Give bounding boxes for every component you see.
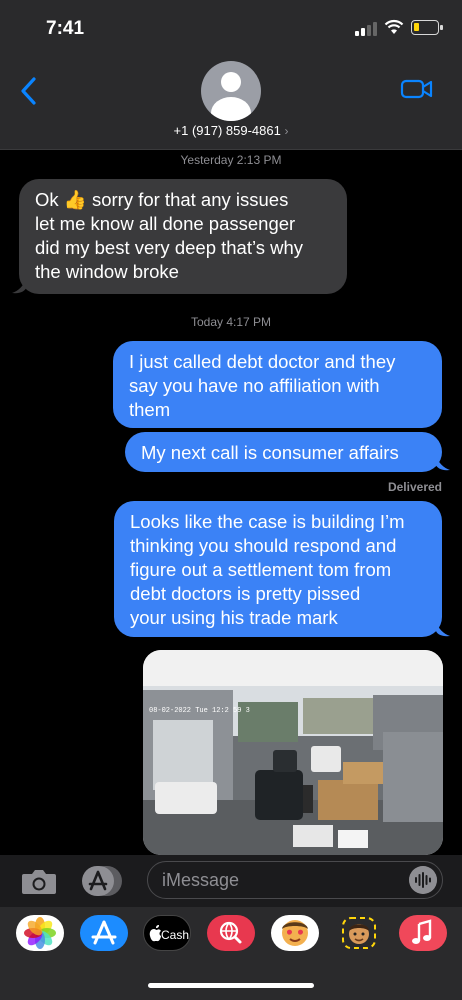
- imessage-field[interactable]: [147, 861, 443, 899]
- app-store-app[interactable]: [80, 915, 128, 951]
- apple-cash-app[interactable]: Cash: [143, 915, 191, 951]
- globe-search-icon: [219, 921, 242, 944]
- audio-waveform-icon[interactable]: [409, 866, 437, 894]
- animoji-icon: [342, 917, 376, 949]
- message-outgoing[interactable]: Looks like the case is building I’m thin…: [114, 501, 442, 637]
- cellular-signal-icon: [355, 22, 377, 36]
- photo-attachment[interactable]: 08-02-2022 Tue 12:2 59 3: [143, 650, 443, 855]
- cctv-photo: 08-02-2022 Tue 12:2 59 3: [143, 650, 443, 855]
- battery-icon: [411, 20, 443, 35]
- memoji-stickers-app[interactable]: [271, 915, 319, 951]
- home-indicator[interactable]: [148, 983, 314, 988]
- app-store-button-icon[interactable]: [80, 865, 124, 897]
- message-line: say you have no affiliation with: [129, 375, 380, 396]
- app-store-icon: [91, 920, 117, 945]
- message-line: debt doctors is pretty pissed: [130, 583, 361, 604]
- message-line: I just called debt doctor and they: [129, 351, 396, 372]
- message-outgoing[interactable]: I just called debt doctor and they say y…: [113, 341, 442, 428]
- contact-name: +1 (917) 859-4861: [173, 123, 281, 138]
- cctv-timestamp-overlay: 08-02-2022 Tue 12:2 59 3: [149, 707, 250, 715]
- message-line: the window broke: [35, 261, 179, 282]
- music-note-icon: [412, 919, 432, 944]
- status-bar: 7:41: [0, 0, 462, 56]
- message-outgoing[interactable]: My next call is consumer affairs: [125, 432, 442, 472]
- apple-icon: [149, 925, 161, 942]
- timestamp-today: Today 4:17 PM: [190, 315, 272, 329]
- message-line: My next call is consumer affairs: [141, 442, 399, 463]
- delivered-status: Delivered: [387, 480, 442, 494]
- message-line: thinking you should respond and: [130, 535, 397, 556]
- message-line: figure out a settlement tom from: [130, 559, 392, 580]
- message-line: them: [129, 399, 171, 420]
- images-search-app[interactable]: [207, 915, 255, 951]
- photos-icon: [24, 917, 56, 949]
- timestamp-yesterday: Yesterday 2:13 PM: [180, 153, 282, 167]
- message-line: your using his trade mark: [130, 607, 338, 628]
- photos-app[interactable]: [16, 915, 64, 951]
- message-line: Looks like the case is building I’m: [130, 511, 405, 532]
- contact-name-button[interactable]: +1 (917) 859-4861 ›: [0, 123, 462, 138]
- chevron-right-icon: ›: [284, 124, 289, 138]
- memoji-icon: [282, 920, 308, 946]
- camera-icon[interactable]: [20, 868, 58, 896]
- status-time: 7:41: [46, 18, 85, 39]
- message-line: Ok 👍 sorry for that any issues: [35, 189, 289, 210]
- cash-label: Cash: [161, 928, 189, 942]
- contact-avatar[interactable]: [201, 61, 261, 121]
- wifi-icon: [384, 19, 404, 34]
- conversation-header: +1 (917) 859-4861 ›: [0, 56, 462, 150]
- back-chevron-icon[interactable]: [18, 76, 40, 106]
- music-app[interactable]: [399, 915, 447, 951]
- message-line: did my best very deep that’s why: [35, 237, 304, 258]
- message-input[interactable]: [162, 868, 402, 892]
- message-input-bar: [0, 855, 462, 907]
- message-line: let me know all done passenger: [35, 213, 296, 234]
- animoji-app[interactable]: [335, 915, 383, 951]
- message-incoming[interactable]: Ok 👍 sorry for that any issues let me kn…: [19, 179, 347, 294]
- facetime-video-icon[interactable]: [400, 78, 434, 100]
